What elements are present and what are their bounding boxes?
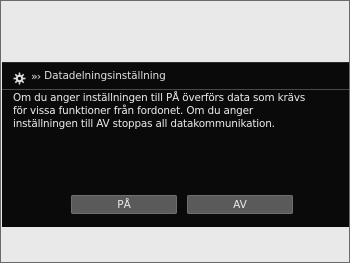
on-button[interactable]: PÅ (71, 195, 177, 214)
breadcrumb-chevron-icon: »› (31, 69, 41, 83)
gear-icon (13, 70, 26, 84)
screen-frame: »› Datadelningsinställning Om du anger i… (0, 0, 350, 263)
dialog-header: »› Datadelningsinställning (2, 63, 349, 89)
dialog-title: Datadelningsinställning (44, 70, 166, 82)
data-sharing-dialog: »› Datadelningsinställning Om du anger i… (2, 62, 349, 227)
dialog-message: Om du anger inställningen till PÅ överfö… (13, 92, 306, 130)
off-button[interactable]: AV (187, 195, 293, 214)
header-divider (2, 89, 349, 90)
